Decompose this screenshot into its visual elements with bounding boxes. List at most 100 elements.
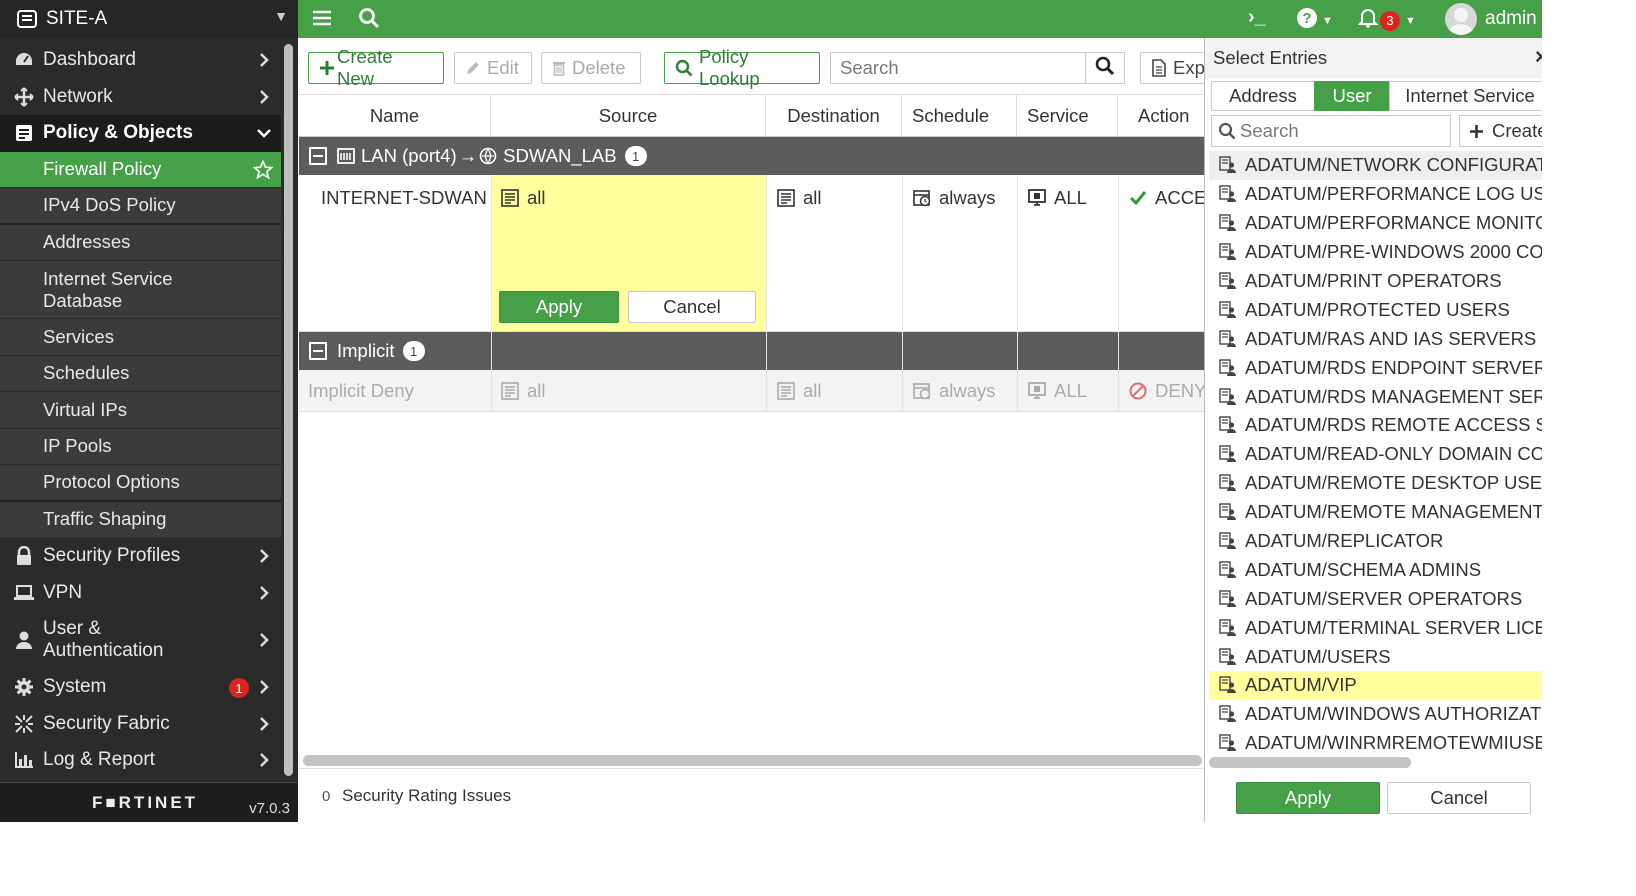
entries-horizontal-scrollbar[interactable] bbox=[1209, 757, 1411, 768]
list-item[interactable]: ADATUM/NETWORK CONFIGURATI bbox=[1209, 151, 1542, 180]
column-header[interactable]: Schedule bbox=[902, 95, 1017, 137]
nav-label: Network bbox=[43, 85, 113, 107]
column-divider bbox=[902, 175, 903, 412]
sub-internet-service-database[interactable]: Internet Service Database bbox=[0, 261, 281, 319]
schedule-cell[interactable]: always bbox=[913, 187, 996, 209]
nav-user-authentication[interactable]: User & Authentication bbox=[0, 611, 281, 669]
list-item[interactable]: ADATUM/SERVER OPERATORS bbox=[1209, 584, 1542, 613]
source-cell-editing[interactable]: all Apply Cancel bbox=[491, 175, 766, 331]
schedule-label: always bbox=[939, 187, 996, 208]
sub-ipv4-dos-policy[interactable]: IPv4 DoS Policy bbox=[0, 188, 281, 225]
nav-label: Dashboard bbox=[43, 49, 136, 71]
search-submit-button[interactable] bbox=[1085, 52, 1125, 84]
tab-user[interactable]: User bbox=[1314, 81, 1390, 111]
search-icon[interactable] bbox=[358, 7, 380, 29]
table-row[interactable]: Implicit Deny all all always ALL DENY bbox=[299, 370, 1204, 412]
list-item[interactable]: ADATUM/RDS REMOTE ACCESS SER bbox=[1209, 411, 1542, 440]
inline-apply-button[interactable]: Apply bbox=[499, 291, 619, 323]
sub-firewall-policy[interactable]: Firewall Policy bbox=[0, 151, 281, 188]
list-item[interactable]: ADATUM/RAS AND IAS SERVERS bbox=[1209, 324, 1542, 353]
sub-addresses[interactable]: Addresses bbox=[0, 225, 281, 261]
sub-protocol-options[interactable]: Protocol Options bbox=[0, 465, 281, 502]
panel-apply-button[interactable]: Apply bbox=[1236, 782, 1380, 814]
policy-search-input[interactable]: Search bbox=[830, 52, 1086, 84]
star-favorite-icon[interactable] bbox=[252, 159, 274, 185]
fortinet-logo: F■RTINET bbox=[92, 793, 199, 812]
help-menu[interactable]: ? ▼ bbox=[1296, 7, 1333, 34]
nav-security-profiles[interactable]: Security Profiles bbox=[0, 538, 281, 575]
list-item[interactable]: ADATUM/REMOTE DESKTOP USERS bbox=[1209, 469, 1542, 498]
site-selector[interactable]: SITE-A ▼ bbox=[0, 0, 298, 38]
nav-dashboard[interactable]: Dashboard bbox=[0, 42, 281, 79]
list-item[interactable]: ADATUM/PERFORMANCE LOG USEI bbox=[1209, 180, 1542, 209]
list-item[interactable]: ADATUM/USERS bbox=[1209, 642, 1542, 671]
group-label: Implicit bbox=[337, 340, 395, 361]
list-item[interactable]: ADATUM/REMOTE MANAGEMENT U bbox=[1209, 498, 1542, 527]
list-item[interactable]: ADATUM/VIP bbox=[1209, 671, 1542, 700]
entries-search-input[interactable]: Search bbox=[1211, 115, 1451, 147]
hamburger-menu-icon[interactable] bbox=[312, 8, 332, 28]
list-item[interactable]: ADATUM/REPLICATOR bbox=[1209, 527, 1542, 556]
nav-security-fabric[interactable]: Security Fabric bbox=[0, 706, 281, 743]
nav-log-report[interactable]: Log & Report bbox=[0, 742, 281, 779]
nav-policy-objects[interactable]: Policy & Objects bbox=[0, 115, 281, 152]
tab-address[interactable]: Address bbox=[1211, 81, 1315, 111]
user-group-icon bbox=[1219, 272, 1237, 290]
admin-menu[interactable]: admin bbox=[1445, 3, 1537, 35]
nav-system[interactable]: System 1 bbox=[0, 669, 281, 706]
calendar-clock-icon bbox=[913, 189, 931, 207]
list-item[interactable]: ADATUM/RDS MANAGEMENT SERV bbox=[1209, 382, 1542, 411]
cli-console-button[interactable]: ›_ bbox=[1248, 6, 1266, 29]
list-item[interactable]: ADATUM/PRINT OPERATORS bbox=[1209, 267, 1542, 296]
column-header[interactable]: Source bbox=[491, 95, 766, 137]
policy-lookup-button[interactable]: Policy Lookup bbox=[664, 46, 820, 89]
tab-internet-service[interactable]: Internet Service bbox=[1389, 81, 1542, 111]
implicit-group-row[interactable]: Implicit 1 bbox=[299, 332, 1204, 370]
action-cell: DENY bbox=[1129, 380, 1204, 402]
user-group-icon bbox=[1219, 474, 1237, 492]
list-item[interactable]: ADATUM/RDS ENDPOINT SERVERS bbox=[1209, 353, 1542, 382]
list-item[interactable]: ADATUM/PERFORMANCE MONITOI bbox=[1209, 209, 1542, 238]
list-item[interactable]: ADATUM/PRE-WINDOWS 2000 CON bbox=[1209, 238, 1542, 267]
list-item[interactable]: ADATUM/PROTECTED USERS bbox=[1209, 295, 1542, 324]
list-item[interactable]: ADATUM/SCHEMA ADMINS bbox=[1209, 555, 1542, 584]
edit-button[interactable]: Edit bbox=[454, 52, 532, 84]
sub-schedules[interactable]: Schedules bbox=[0, 356, 281, 392]
sub-traffic-shaping[interactable]: Traffic Shaping bbox=[0, 502, 281, 538]
policy-group-row[interactable]: LAN (port4) → SDWAN_LAB 1 bbox=[299, 137, 1204, 175]
panel-cancel-button[interactable]: Cancel bbox=[1387, 782, 1531, 814]
nav-network[interactable]: Network bbox=[0, 79, 281, 116]
table-horizontal-scrollbar[interactable] bbox=[303, 755, 1202, 766]
top-bar: ›_ ? ▼ 3 ▼ admin bbox=[298, 0, 1542, 38]
chevron-right-icon bbox=[260, 680, 269, 694]
nav-vpn[interactable]: VPN bbox=[0, 575, 281, 612]
collapse-icon[interactable] bbox=[309, 147, 327, 165]
delete-button[interactable]: Delete bbox=[541, 52, 641, 84]
column-header[interactable]: Name bbox=[299, 95, 491, 137]
service-cell[interactable]: ALL bbox=[1028, 187, 1087, 209]
close-icon[interactable]: × bbox=[1535, 44, 1542, 70]
laptop-icon bbox=[12, 584, 36, 602]
nav-label: System bbox=[43, 676, 107, 698]
sub-virtual-ips[interactable]: Virtual IPs bbox=[0, 392, 281, 429]
inline-cancel-button[interactable]: Cancel bbox=[628, 291, 756, 323]
list-item[interactable]: ADATUM/READ-ONLY DOMAIN CON bbox=[1209, 440, 1542, 469]
list-item[interactable]: ADATUM/WINRMREMOTEWMIUSEI bbox=[1209, 729, 1542, 751]
sidebar-scrollbar[interactable] bbox=[284, 44, 293, 776]
collapse-icon[interactable] bbox=[309, 342, 327, 360]
list-item[interactable]: ADATUM/TERMINAL SERVER LICEN bbox=[1209, 613, 1542, 642]
table-row[interactable]: INTERNET-SDWAN all Apply Cancel all alwa… bbox=[299, 175, 1204, 332]
nav-label: VPN bbox=[43, 581, 83, 603]
create-entry-button[interactable]: Create bbox=[1459, 115, 1542, 147]
column-header[interactable]: Action bbox=[1118, 95, 1204, 137]
notifications-menu[interactable]: 3 ▼ bbox=[1357, 8, 1416, 33]
action-cell[interactable]: ACCE bbox=[1129, 187, 1204, 209]
list-item[interactable]: ADATUM/WINDOWS AUTHORIZATI bbox=[1209, 700, 1542, 729]
column-header[interactable]: Service bbox=[1017, 95, 1118, 137]
column-header[interactable]: Destination bbox=[766, 95, 902, 137]
security-rating-issues-link[interactable]: Security Rating Issues bbox=[342, 786, 511, 806]
destination-cell[interactable]: all bbox=[777, 187, 822, 209]
sub-ip-pools[interactable]: IP Pools bbox=[0, 429, 281, 465]
sub-services[interactable]: Services bbox=[0, 319, 281, 356]
create-new-button[interactable]: Create New bbox=[308, 46, 444, 89]
